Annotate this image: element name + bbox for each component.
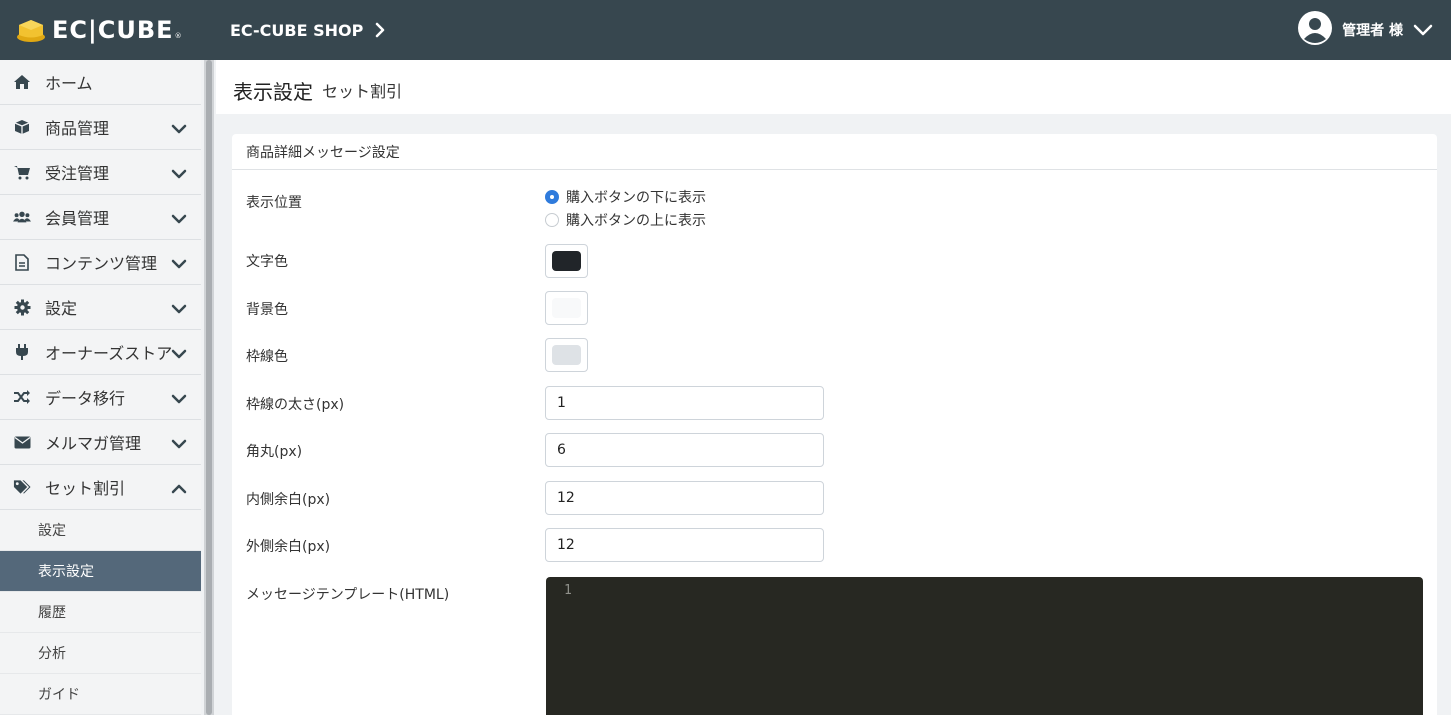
radio-label: 購入ボタンの下に表示	[566, 189, 706, 206]
radio-option-above[interactable]: 購入ボタンの上に表示	[545, 208, 706, 231]
position-radio-group: 購入ボタンの下に表示 購入ボタンの上に表示	[545, 185, 706, 231]
plug-icon	[13, 343, 31, 361]
chevron-down-icon	[171, 165, 187, 184]
sidebar-subitem-analysis[interactable]: 分析	[0, 633, 201, 674]
template-code-editor[interactable]: 1	[546, 577, 1423, 715]
message-settings-card: 商品詳細メッセージ設定 表示位置 購入ボタンの下に表示 購入ボタンの上に表示 文…	[232, 134, 1437, 715]
chevron-down-icon[interactable]	[1413, 21, 1433, 40]
shuffle-icon	[13, 388, 31, 406]
sidebar-item-contents[interactable]: コンテンツ管理	[0, 240, 201, 285]
user-name: 管理者 様	[1342, 23, 1403, 39]
text-color-swatch	[552, 251, 581, 271]
card-header: 商品詳細メッセージ設定	[232, 134, 1437, 170]
chevron-down-icon	[171, 120, 187, 139]
envelope-icon	[13, 433, 31, 451]
template-label: メッセージテンプレート(HTML)	[246, 587, 450, 603]
ec-cube-logo[interactable]: EC|CUBE ®	[16, 16, 214, 44]
border-color-picker[interactable]	[545, 338, 588, 372]
logo-registered-mark: ®	[174, 32, 182, 40]
chevron-down-icon	[171, 255, 187, 274]
sidebar-item-set-discount[interactable]: セット割引	[0, 465, 201, 510]
sidebar-item-label: コンテンツ管理	[45, 254, 158, 273]
user-menu[interactable]: 管理者 様	[1298, 0, 1433, 60]
sidebar-item-label: データ移行	[45, 389, 126, 408]
border-color-label: 枠線色	[246, 349, 288, 365]
sidebar-item-label: 商品管理	[45, 119, 110, 138]
padding-input[interactable]	[545, 481, 824, 515]
chevron-right-icon[interactable]	[375, 22, 385, 38]
sidebar-item-products[interactable]: 商品管理	[0, 105, 201, 150]
box-icon	[13, 118, 31, 136]
sidebar-item-label: 会員管理	[45, 209, 110, 228]
sidebar-item-label: オーナーズストア	[45, 344, 173, 363]
home-icon	[13, 73, 31, 91]
bg-color-label: 背景色	[246, 302, 288, 318]
gear-icon	[13, 298, 31, 316]
padding-label: 内側余白(px)	[246, 492, 331, 508]
position-label: 表示位置	[246, 195, 302, 211]
sidebar-item-label: 受注管理	[45, 164, 110, 183]
sidebar-item-label: 設定	[45, 299, 78, 318]
sidebar-subitem-history[interactable]: 履歴	[0, 592, 201, 633]
bg-color-swatch	[552, 298, 581, 318]
editor-line-number: 1	[564, 583, 572, 598]
sidebar-subitem-guide[interactable]: ガイド	[0, 674, 201, 715]
file-icon	[13, 253, 31, 271]
bg-color-picker[interactable]	[545, 291, 588, 325]
sidebar-item-orders[interactable]: 受注管理	[0, 150, 201, 195]
sidebar-scrollbar[interactable]	[204, 60, 214, 715]
sidebar-item-customers[interactable]: 会員管理	[0, 195, 201, 240]
scrollbar-thumb[interactable]	[206, 60, 212, 715]
sidebar-item-settings[interactable]: 設定	[0, 285, 201, 330]
logo-text: EC|CUBE	[52, 16, 174, 44]
radius-input[interactable]	[545, 433, 824, 467]
page-title: 表示設定	[233, 80, 313, 104]
page-subtitle: セット割引	[322, 82, 403, 101]
cart-icon	[13, 163, 31, 181]
chevron-down-icon	[171, 345, 187, 364]
radio-label: 購入ボタンの上に表示	[566, 212, 706, 229]
users-icon	[13, 208, 31, 226]
user-avatar-icon	[1298, 11, 1333, 49]
sidebar-item-owners-store[interactable]: オーナーズストア	[0, 330, 201, 375]
chevron-down-icon	[171, 435, 187, 454]
text-color-picker[interactable]	[545, 244, 588, 278]
tags-icon	[13, 478, 31, 496]
radio-unchecked-icon[interactable]	[545, 212, 559, 227]
shop-name-link[interactable]: EC-CUBE SHOP	[230, 21, 363, 40]
border-color-swatch	[552, 345, 581, 365]
margin-label: 外側余白(px)	[246, 539, 331, 555]
sidebar-item-label: メルマガ管理	[45, 434, 142, 453]
radio-option-below[interactable]: 購入ボタンの下に表示	[545, 185, 706, 208]
top-header: EC|CUBE ® EC-CUBE SHOP 管理者 様	[0, 0, 1451, 60]
border-width-input[interactable]	[545, 386, 824, 420]
margin-input[interactable]	[545, 528, 824, 562]
chevron-down-icon	[171, 390, 187, 409]
sidebar-item-data-migration[interactable]: データ移行	[0, 375, 201, 420]
radio-checked-icon[interactable]	[545, 189, 559, 204]
chevron-down-icon	[171, 210, 187, 229]
sidebar-item-label: セット割引	[45, 479, 126, 498]
sidebar-subitem-settings[interactable]: 設定	[0, 510, 201, 551]
page-title-bar: 表示設定 セット割引	[216, 60, 1451, 114]
radius-label: 角丸(px)	[246, 444, 303, 460]
cube-logo-icon	[16, 17, 46, 43]
sidebar-nav: ホーム 商品管理 受注管理 会員管理 コンテンツ管理 設定 オーナーズストア デ…	[0, 60, 201, 715]
text-color-label: 文字色	[246, 254, 288, 270]
sidebar-item-mail-magazine[interactable]: メルマガ管理	[0, 420, 201, 465]
chevron-up-icon	[171, 480, 187, 499]
sidebar-item-label: ホーム	[45, 74, 93, 93]
border-width-label: 枠線の太さ(px)	[246, 397, 345, 413]
chevron-down-icon	[171, 300, 187, 319]
sidebar-item-home[interactable]: ホーム	[0, 60, 201, 105]
sidebar-subitem-display-settings[interactable]: 表示設定	[0, 551, 201, 592]
